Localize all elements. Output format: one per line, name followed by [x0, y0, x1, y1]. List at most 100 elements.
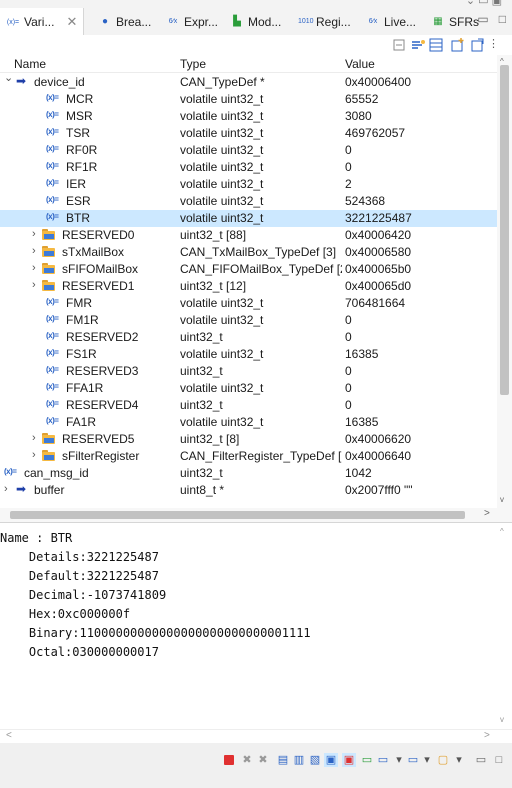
tab-3[interactable]: 6∕x Expr... — [160, 8, 224, 35]
column-header-type[interactable]: Type — [180, 57, 206, 71]
column-header-name[interactable]: Name — [14, 57, 46, 71]
display-icon[interactable]: ▣ — [342, 753, 356, 767]
new-window-dropdown-icon[interactable]: ▾ — [452, 753, 466, 767]
table-row[interactable]: (x)= ESR volatile uint32_t 524368 — [0, 193, 497, 210]
table-row[interactable]: (x)= FA1R volatile uint32_t 16385 — [0, 414, 497, 431]
link-icon[interactable]: ▧ — [308, 753, 322, 767]
open-new-view-icon[interactable] — [470, 38, 486, 52]
table-row[interactable]: (x)= FMR volatile uint32_t 706481664 — [0, 295, 497, 312]
select-icon[interactable]: ▥ — [292, 753, 306, 767]
new-console-dropdown-icon[interactable]: ▾ — [420, 753, 434, 767]
row-value[interactable]: 524368 — [345, 194, 495, 208]
tab-1[interactable]: (x)= Vari... ✕ — [0, 8, 85, 36]
table-row[interactable]: (x)= TSR volatile uint32_t 469762057 — [0, 125, 497, 142]
table-row[interactable]: › sTxMailBox CAN_TxMailBox_TypeDef [3] 0x40… — [0, 244, 497, 261]
row-value[interactable]: 0 — [345, 398, 495, 412]
table-row[interactable]: › RESERVED1 uint32_t [12] 0x400065d0 — [0, 278, 497, 295]
row-value[interactable]: 0x40006640 — [345, 449, 495, 463]
detail-pane[interactable]: Name : BTR Details:3221225487 Default:32… — [0, 522, 512, 730]
table-row[interactable]: (x)= FM1R volatile uint32_t 0 — [0, 312, 497, 329]
row-value[interactable]: 65552 — [345, 92, 495, 106]
row-value[interactable]: 0 — [345, 381, 495, 395]
table-row[interactable]: (x)= FS1R volatile uint32_t 16385 — [0, 346, 497, 363]
row-value[interactable]: 2 — [345, 177, 495, 191]
detail-vertical-scrollbar[interactable]: ^ v — [497, 523, 512, 730]
tab-5[interactable]: 1010 Regi... — [292, 8, 357, 35]
row-value[interactable]: 1042 — [345, 466, 495, 480]
layout-icon[interactable] — [428, 38, 444, 52]
new-window-icon[interactable]: ▢ — [436, 753, 450, 767]
expand-icon[interactable]: › — [32, 228, 42, 240]
table-row[interactable]: (x)= MCR volatile uint32_t 65552 — [0, 91, 497, 108]
row-value[interactable]: 0 — [345, 143, 495, 157]
tree-horizontal-scrollbar[interactable]: > — [0, 508, 497, 522]
row-value[interactable]: 0x2007fff0 "" — [345, 483, 495, 497]
expand-icon[interactable]: › — [4, 483, 14, 495]
toolbar-overflow-icon[interactable]: ⌄ ▭ ▣ — [466, 0, 502, 7]
detail-scroll-left-icon[interactable]: < — [6, 730, 12, 741]
terminate-icon[interactable] — [222, 753, 236, 767]
open-console-icon[interactable]: ▭ — [360, 753, 374, 767]
new-console-icon[interactable]: ▭ — [406, 753, 420, 767]
table-row[interactable]: (x)= RESERVED2 uint32_t 0 — [0, 329, 497, 346]
row-value[interactable]: 0x400065d0 — [345, 279, 495, 293]
row-value[interactable]: 0x400065b0 — [345, 262, 495, 276]
row-value[interactable]: 0x40006620 — [345, 432, 495, 446]
bottom-maximize-icon[interactable]: □ — [492, 753, 506, 767]
table-row[interactable]: (x)= IER volatile uint32_t 2 — [0, 176, 497, 193]
vertical-scroll-thumb[interactable] — [500, 65, 509, 395]
column-header-value[interactable]: Value — [345, 57, 375, 71]
row-value[interactable]: 3221225487 — [345, 211, 495, 225]
table-row[interactable]: (x)= BTR volatile uint32_t 3221225487 — [0, 210, 497, 227]
row-value[interactable]: 0 — [345, 313, 495, 327]
remove-icon[interactable]: ✖ — [240, 753, 254, 767]
row-value[interactable]: 0x40006580 — [345, 245, 495, 259]
row-value[interactable]: 0 — [345, 364, 495, 378]
expand-icon[interactable]: › — [32, 449, 42, 461]
table-row[interactable]: (x)= RF1R volatile uint32_t 0 — [0, 159, 497, 176]
table-row[interactable]: (x)= can_msg_id uint32_t 1042 — [0, 465, 497, 482]
table-row[interactable]: (x)= MSR volatile uint32_t 3080 — [0, 108, 497, 125]
remove-all-icon[interactable]: ✖ — [256, 753, 270, 767]
collapse-all-icon[interactable] — [392, 38, 408, 52]
expand-icon[interactable]: › — [32, 432, 42, 444]
row-value[interactable]: 0 — [345, 160, 495, 174]
dropdown-icon[interactable]: ▾ — [392, 753, 406, 767]
table-row[interactable]: › sFIFOMailBox CAN_FIFOMailBox_TypeDef [2]… — [0, 261, 497, 278]
table-row[interactable]: › sFilterRegister CAN_FilterRegister_TypeD… — [0, 448, 497, 465]
table-row[interactable]: (x)= RF0R volatile uint32_t 0 — [0, 142, 497, 159]
tab-2[interactable]: ● Brea... — [92, 8, 157, 35]
detail-horizontal-scrollbar[interactable]: < > — [0, 729, 512, 744]
tab-6[interactable]: 6∕x Live... — [360, 8, 422, 35]
row-value[interactable]: 706481664 — [345, 296, 495, 310]
view-menu-icon[interactable]: ⋮ — [488, 37, 499, 50]
row-value[interactable]: 16385 — [345, 415, 495, 429]
tree-vertical-scrollbar[interactable]: ^ v — [497, 55, 512, 508]
collapse-icon[interactable]: ⌄ — [4, 71, 14, 84]
table-row[interactable]: (x)= FFA1R volatile uint32_t 0 — [0, 380, 497, 397]
display-selected-icon[interactable]: ▭ — [376, 753, 390, 767]
expand-icon[interactable]: › — [32, 279, 42, 291]
row-value[interactable]: 3080 — [345, 109, 495, 123]
tab-4[interactable]: ▙ Mod... — [224, 8, 287, 35]
pin-icon[interactable]: ▣ — [324, 753, 338, 767]
table-row[interactable]: ⌄ ➡ device_id CAN_TypeDef * 0x40006400 — [0, 71, 497, 91]
bottom-minimize-icon[interactable]: ▭ — [474, 753, 488, 767]
close-tab-icon[interactable]: ✕ — [66, 14, 77, 30]
table-row[interactable]: › RESERVED0 uint32_t [88] 0x40006420 — [0, 227, 497, 244]
maximize-icon[interactable]: □ — [499, 12, 506, 26]
expand-icon[interactable]: › — [32, 262, 42, 274]
row-value[interactable]: 0x40006420 — [345, 228, 495, 242]
row-value[interactable]: 469762057 — [345, 126, 495, 140]
table-row[interactable]: › ➡ buffer uint8_t * 0x2007fff0 "" — [0, 482, 497, 499]
table-row[interactable]: › RESERVED5 uint32_t [8] 0x40006620 — [0, 431, 497, 448]
detail-scroll-right-icon[interactable]: > — [484, 730, 490, 741]
horizontal-scroll-thumb[interactable] — [10, 511, 465, 519]
toggle-cell-icon[interactable]: ▤ — [276, 753, 290, 767]
tab-7[interactable]: ▦ SFRs — [425, 8, 485, 35]
detail-scroll-up-icon[interactable]: ^ — [500, 527, 504, 536]
detail-scroll-down-icon[interactable]: v — [500, 715, 504, 724]
expand-icon[interactable]: › — [32, 245, 42, 257]
table-row[interactable]: (x)= RESERVED3 uint32_t 0 — [0, 363, 497, 380]
row-value[interactable]: 16385 — [345, 347, 495, 361]
